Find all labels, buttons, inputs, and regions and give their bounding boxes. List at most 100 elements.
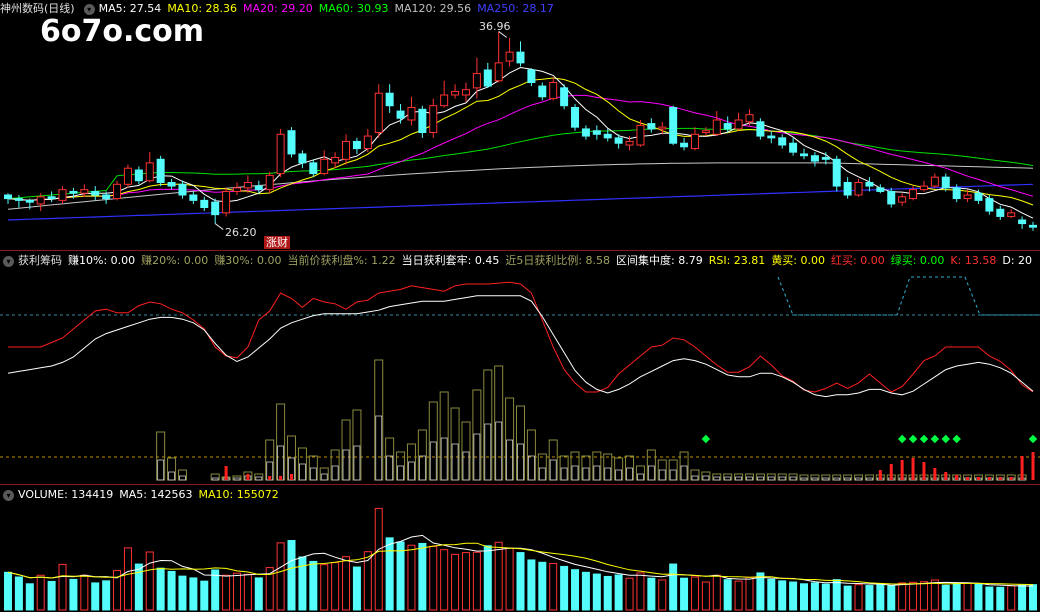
indicator-value: 赚10%: 0.00 [68, 254, 136, 267]
volume-bar [810, 582, 819, 611]
volume-bar [614, 574, 623, 611]
volume-bar [331, 562, 340, 611]
candle [320, 158, 329, 175]
panel-divider[interactable] [0, 484, 1040, 485]
indicator-value: 赚20%: 0.00 [141, 254, 209, 267]
candle [309, 162, 318, 175]
volume-panel[interactable]: ▾ VOLUME: 134419 MA5: 142563 MA10: 155072 [0, 486, 1040, 612]
candle [1007, 212, 1016, 217]
volume-bar [342, 556, 351, 611]
red-signal-bar [944, 472, 948, 480]
volume-bar [789, 581, 798, 611]
candle [701, 130, 710, 133]
chip-panel[interactable]: ▾ 获利筹码 赚10%: 0.00 赚20%: 0.00 赚30%: 0.00 当前价… [0, 252, 1040, 484]
chip-inner-bar [168, 471, 175, 481]
collapse-icon[interactable]: ▾ [3, 489, 14, 501]
candle [625, 140, 634, 146]
red-signal-bar [1020, 456, 1024, 480]
candle [963, 194, 972, 200]
volume-bar [58, 563, 67, 611]
candle [647, 123, 656, 130]
candle [1018, 219, 1027, 225]
volume-bar [287, 540, 296, 611]
volume-bar [69, 578, 78, 611]
volume-bar [701, 581, 710, 611]
red-signal-bar [889, 464, 893, 480]
volume-bar [483, 545, 492, 611]
volume-bar [472, 551, 481, 611]
candle [658, 126, 667, 130]
candle [603, 133, 612, 139]
volume-bar [549, 562, 558, 611]
candle [58, 189, 67, 201]
chip-inner-bar [277, 445, 285, 481]
panel-divider[interactable] [0, 250, 1040, 251]
chip-inner-bar [822, 477, 830, 481]
chip-inner-bar [528, 455, 535, 481]
chip-inner-bar [615, 469, 623, 481]
candle [734, 119, 743, 130]
candle [1029, 224, 1037, 228]
candle [352, 140, 361, 150]
candle [156, 158, 165, 184]
volume-bar [14, 576, 23, 611]
chip-inner-bar [408, 461, 415, 481]
red-signal-bar [911, 458, 915, 480]
candle [363, 135, 372, 150]
red-signal-bar [933, 468, 937, 480]
chip-inner-bar [866, 477, 873, 481]
volume-bar [930, 579, 939, 611]
volume-bar [800, 583, 809, 611]
chip-inner-bar [538, 467, 546, 481]
candle [876, 187, 885, 192]
green-buy-diamond [952, 434, 961, 444]
chip-inner-bar [179, 475, 186, 481]
chip-inner-bar [309, 467, 317, 481]
candle [592, 130, 601, 135]
candle [145, 162, 154, 182]
candle [36, 196, 45, 205]
candle [810, 155, 819, 162]
chip-inner-bar [702, 475, 710, 481]
volume-bar [461, 552, 470, 611]
chip-inner-bar [800, 477, 808, 481]
chip-inner-bar [833, 477, 841, 481]
volume-bar [451, 553, 460, 611]
candle [407, 107, 416, 121]
red-signal-bar [976, 477, 980, 480]
candle [909, 189, 918, 200]
candle [832, 158, 841, 187]
price-panel[interactable]: 神州数码(日线) ▾ MA5: 27.54 MA10: 28.36 MA20: 29… [0, 0, 1040, 250]
volume-bar [996, 586, 1005, 611]
candle [451, 90, 460, 96]
candle [243, 182, 252, 189]
collapse-icon[interactable]: ▾ [3, 255, 14, 267]
red-signal-bar [1031, 452, 1035, 480]
indicator-value: 赚30%: 0.00 [214, 254, 282, 267]
candle [549, 82, 558, 100]
chip-inner-bar [811, 477, 819, 481]
candle [865, 182, 874, 187]
volume-bar [952, 583, 961, 611]
candle [385, 92, 394, 107]
volume-bar [843, 585, 852, 611]
chip-inner-bar [647, 465, 655, 481]
candle [4, 194, 12, 200]
low-price-label: 26.20 [225, 226, 257, 239]
green-buy-diamond [908, 434, 918, 444]
green-buy-diamond [930, 434, 940, 444]
volume-bar [592, 573, 601, 611]
volume-bar [734, 580, 743, 611]
volume-bar [134, 563, 143, 611]
chip-inner-bar [353, 445, 361, 481]
indicator-value: 当前价获利盘%: 1.22 [287, 254, 396, 267]
volume-bar [25, 583, 34, 611]
volume-bar [167, 570, 176, 611]
candle [123, 167, 132, 185]
candle [134, 169, 143, 182]
candle [331, 157, 340, 164]
candle [767, 135, 776, 139]
volume-bar [396, 541, 405, 611]
d-line [7, 295, 1034, 398]
signal-tag[interactable]: 涨财 [264, 236, 290, 249]
